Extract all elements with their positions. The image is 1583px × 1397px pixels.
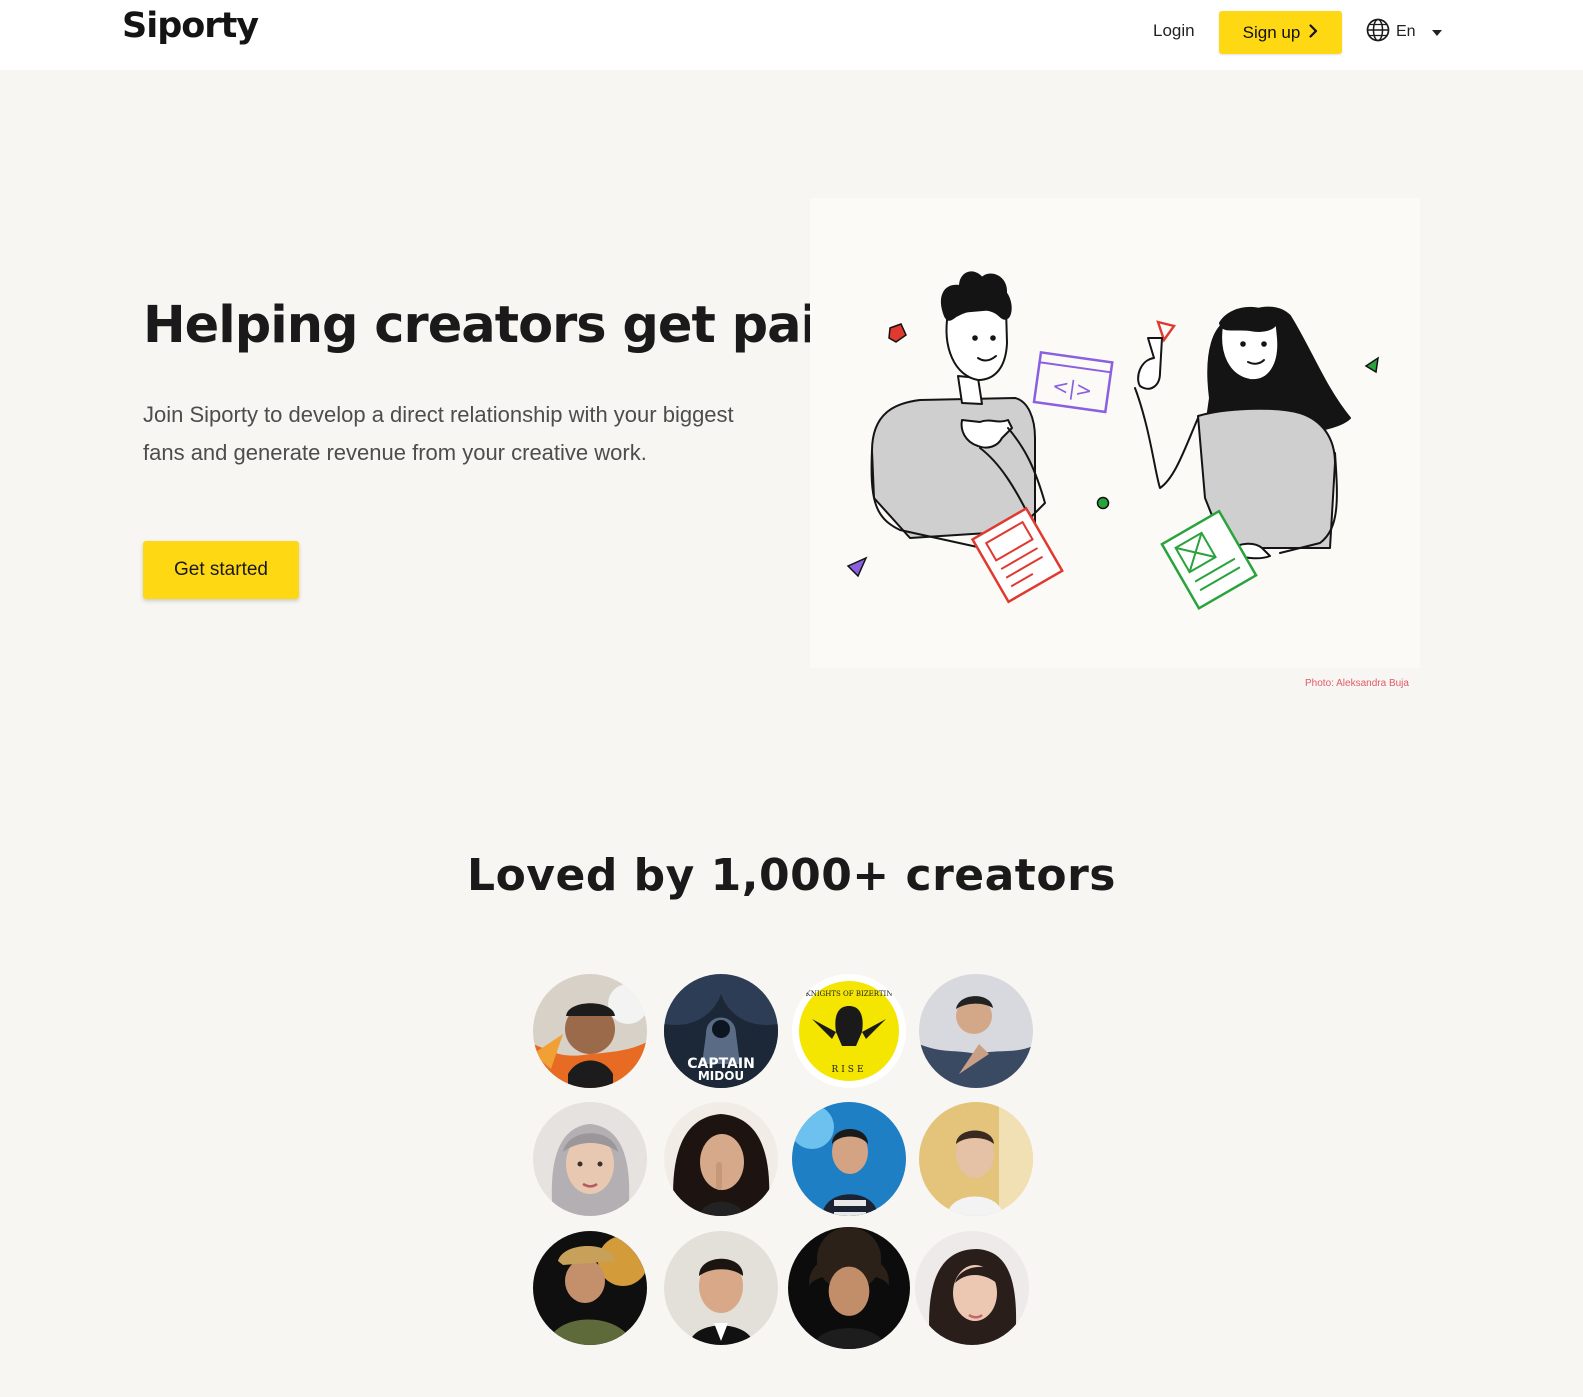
siporty-logo[interactable]: Siporty — [122, 6, 259, 46]
creator-avatar[interactable] — [919, 974, 1033, 1088]
svg-text:<|>: <|> — [1051, 373, 1094, 402]
photo-credit: Photo: Aleksandra Buja — [1305, 678, 1409, 689]
creator-avatar[interactable] — [533, 1231, 647, 1345]
language-selector[interactable]: En — [1366, 18, 1442, 47]
login-link[interactable]: Login — [1153, 21, 1195, 41]
sign-up-label: Sign up — [1242, 22, 1301, 42]
avatar-badge-top: KNIGHTS OF BIZERTIN — [806, 990, 893, 998]
creator-avatar[interactable] — [915, 1231, 1029, 1345]
globe-icon — [1366, 18, 1390, 47]
hero-title: Helping creators get paid — [143, 296, 854, 355]
creator-avatar[interactable]: KNIGHTS OF BIZERTIN RISE — [792, 974, 906, 1088]
hero-illustration: <|> — [810, 198, 1420, 668]
creator-avatar[interactable] — [788, 1227, 910, 1349]
creator-avatar[interactable]: CAPTAIN MIDOU — [664, 974, 778, 1088]
sign-up-button[interactable]: Sign up — [1219, 11, 1342, 54]
creator-avatar[interactable] — [533, 974, 647, 1088]
hero-description: Join Siporty to develop a direct relatio… — [143, 402, 734, 465]
creator-avatar[interactable] — [919, 1102, 1033, 1216]
avatar-badge-bottom: MIDOU — [698, 1069, 744, 1083]
chevron-right-icon — [1309, 23, 1318, 43]
creator-avatar[interactable] — [533, 1102, 647, 1216]
creator-avatar[interactable] — [792, 1102, 906, 1216]
creator-avatar[interactable] — [664, 1102, 778, 1216]
confetti-shape — [888, 323, 907, 343]
get-started-button[interactable]: Get started — [143, 541, 299, 599]
creator-avatar[interactable] — [664, 1231, 778, 1345]
caret-down-icon — [1431, 23, 1442, 41]
language-label: En — [1396, 23, 1416, 40]
creators-section-title: Loved by 1,000+ creators — [467, 850, 1116, 901]
top-navbar: Siporty Login Sign up En — [0, 0, 1583, 70]
code-window-icon: <|> — [1032, 350, 1114, 414]
avatar-badge-bottom: RISE — [831, 1065, 866, 1075]
woman-figure — [1134, 306, 1351, 560]
